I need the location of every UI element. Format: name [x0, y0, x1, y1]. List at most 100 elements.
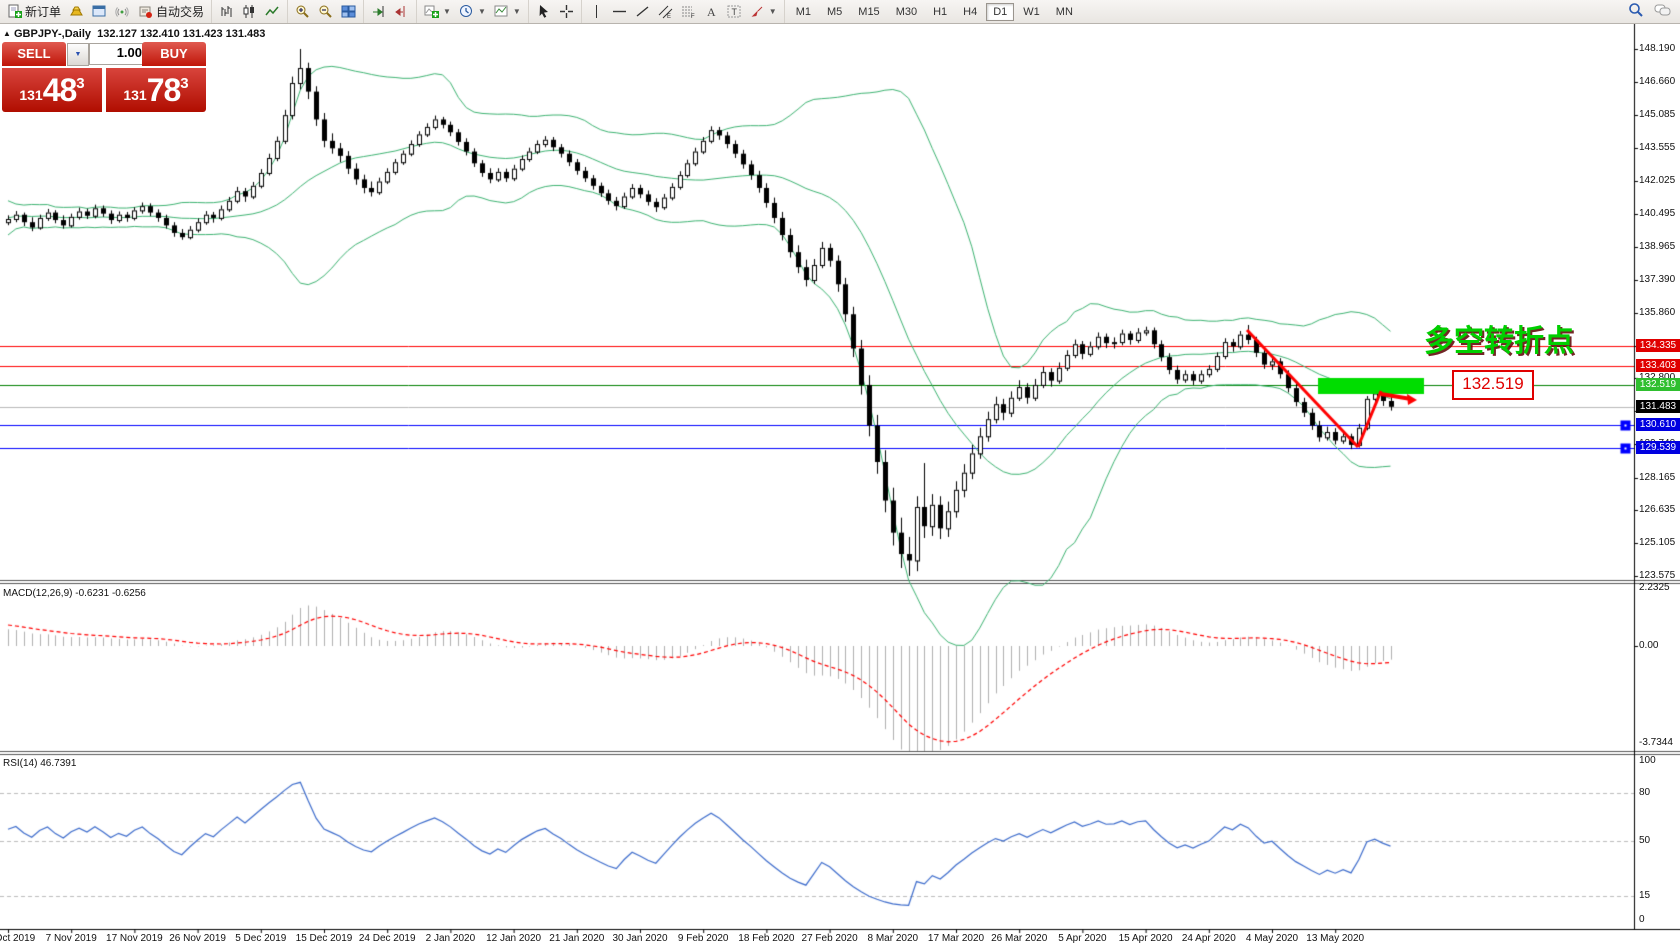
svg-text:T: T: [731, 7, 737, 17]
toolbar-group: [288, 0, 364, 23]
autotrading-button[interactable]: 自动交易: [134, 1, 208, 22]
bar-chart-button[interactable]: [215, 2, 238, 21]
fibo-icon: F: [681, 4, 696, 19]
time-tick-label: 15 Apr 2020: [1119, 933, 1173, 944]
toolbar-group: [212, 0, 288, 23]
chevron-down-icon: ▼: [443, 7, 451, 16]
timeframe-button-w1[interactable]: W1: [1016, 3, 1047, 21]
rsi-label: RSI(14) 46.7391: [3, 758, 76, 769]
line-icon: [265, 4, 280, 19]
timeframe-button-m30[interactable]: M30: [889, 3, 924, 21]
terminal-button[interactable]: [88, 2, 111, 21]
lot-size-input[interactable]: 1.00: [89, 43, 147, 65]
time-tick-label: 12 Jan 2020: [486, 933, 541, 944]
time-tick-label: 18 Feb 2020: [738, 933, 794, 944]
zoom-in-button[interactable]: [291, 2, 314, 21]
time-tick-label: 17 Nov 2019: [106, 933, 163, 944]
search-icon[interactable]: [1628, 2, 1644, 21]
chart-shift-icon: [394, 4, 409, 19]
buy-price-button[interactable]: 131783: [106, 68, 206, 112]
new-order-button[interactable]: 新订单: [3, 1, 65, 22]
zoom-in-icon: [295, 4, 310, 19]
zoom-out-button[interactable]: [314, 2, 337, 21]
time-tick-label: 29 Oct 2019: [0, 933, 35, 944]
buy-button[interactable]: BUY: [142, 42, 206, 66]
time-tick-label: 26 Mar 2020: [991, 933, 1047, 944]
clock-icon: [459, 4, 474, 19]
main-toolbar: 新订单自动交易▼▼▼EFAT▼M1M5M15M30H1H4D1W1MN: [0, 0, 1680, 24]
time-tick-label: 21 Jan 2020: [549, 933, 604, 944]
periods-button[interactable]: ▼: [455, 2, 490, 21]
indicators-button[interactable]: ▼: [420, 2, 455, 21]
price-tick-label: 140.495: [1639, 208, 1675, 220]
cursor-button[interactable]: [532, 2, 555, 21]
template-icon: [494, 4, 509, 19]
time-tick-label: 17 Mar 2020: [928, 933, 984, 944]
mt4-window: 新订单自动交易▼▼▼EFAT▼M1M5M15M30H1H4D1W1MN ▲ GB…: [0, 0, 1680, 946]
trendline-button[interactable]: [631, 2, 654, 21]
timeframe-button-d1[interactable]: D1: [986, 3, 1014, 21]
time-tick-label: 7 Nov 2019: [46, 933, 97, 944]
auto-scroll-button[interactable]: [367, 2, 390, 21]
time-tick-label: 2 Jan 2020: [426, 933, 476, 944]
timeframe-button-m1[interactable]: M1: [789, 3, 818, 21]
label-t-icon: T: [727, 4, 742, 19]
candle-chart-button[interactable]: [238, 2, 261, 21]
time-tick-label: 8 Mar 2020: [868, 933, 919, 944]
timeframe-group: M1M5M15M30H1H4D1W1MN: [785, 0, 1084, 23]
time-tick-label: 5 Apr 2020: [1058, 933, 1106, 944]
tiles-icon: [341, 4, 356, 19]
macd-tick-label: 0.00: [1639, 640, 1658, 652]
sell-button[interactable]: SELL: [2, 42, 66, 66]
timeframe-button-m5[interactable]: M5: [820, 3, 849, 21]
timeframe-button-m15[interactable]: M15: [851, 3, 886, 21]
line-chart-button[interactable]: [261, 2, 284, 21]
one-click-trading-panel: SELL ▼ 1.00 ▲ BUY 131483 131783: [2, 42, 206, 112]
hline-price-label: 132.519: [1636, 378, 1680, 391]
toolbar-group: ▼ ▼ ▼: [417, 0, 529, 23]
vline-button[interactable]: [585, 2, 608, 21]
tile-windows-button[interactable]: [337, 2, 360, 21]
rsi-tick-label: 80: [1639, 787, 1650, 799]
macd-tick-label: 2.2325: [1639, 582, 1670, 594]
arrows-button[interactable]: ▼: [746, 2, 781, 21]
label-button[interactable]: T: [723, 2, 746, 21]
chevron-down-icon: ▼: [513, 7, 521, 16]
time-tick-label: 5 Dec 2019: [235, 933, 286, 944]
chart-canvas[interactable]: [0, 0, 1680, 946]
symbol-period-label: GBPJPY-,Daily: [14, 28, 91, 40]
sell-price-button[interactable]: 131483: [2, 68, 102, 112]
gold-button[interactable]: [65, 2, 88, 21]
price-level-box[interactable]: 132.519: [1452, 370, 1534, 400]
crosshair-button[interactable]: [555, 2, 578, 21]
text-button[interactable]: A: [700, 2, 723, 21]
signal-button[interactable]: [111, 2, 134, 21]
rsi-tick-label: 50: [1639, 835, 1650, 847]
cursor-icon: [536, 4, 551, 19]
price-tick-label: 142.025: [1639, 175, 1675, 187]
templates-button[interactable]: ▼: [490, 2, 525, 21]
price-tick-label: 123.575: [1639, 570, 1675, 582]
price-tick-label: 148.190: [1639, 43, 1675, 55]
timeframe-button-mn[interactable]: MN: [1049, 3, 1080, 21]
time-tick-label: 26 Nov 2019: [169, 933, 226, 944]
toolbar-group: [529, 0, 582, 23]
chart-shift-button[interactable]: [390, 2, 413, 21]
chart-title: GBPJPY-,Daily 132.127 132.410 131.423 13…: [14, 28, 265, 40]
timeframe-button-h1[interactable]: H1: [926, 3, 954, 21]
time-tick-label: 13 May 2020: [1306, 933, 1364, 944]
channel-button[interactable]: E: [654, 2, 677, 21]
fibonacci-button[interactable]: F: [677, 2, 700, 21]
gold-icon: [69, 4, 84, 19]
oneclick-collapse-arrow[interactable]: ▲: [3, 29, 11, 38]
lot-decrease-button[interactable]: ▼: [67, 43, 89, 66]
ohlc-values: 132.127 132.410 131.423 131.483: [97, 28, 265, 40]
timeframe-button-h4[interactable]: H4: [956, 3, 984, 21]
turning-point-annotation[interactable]: 多空转折点: [1424, 316, 1574, 360]
svg-text:A: A: [707, 5, 716, 19]
toolbar-group: EFA T ▼: [582, 0, 785, 23]
time-tick-label: 4 May 2020: [1246, 933, 1298, 944]
sell-price-sup: 3: [76, 75, 84, 92]
hline-button[interactable]: [608, 2, 631, 21]
chat-icon[interactable]: [1654, 3, 1672, 21]
